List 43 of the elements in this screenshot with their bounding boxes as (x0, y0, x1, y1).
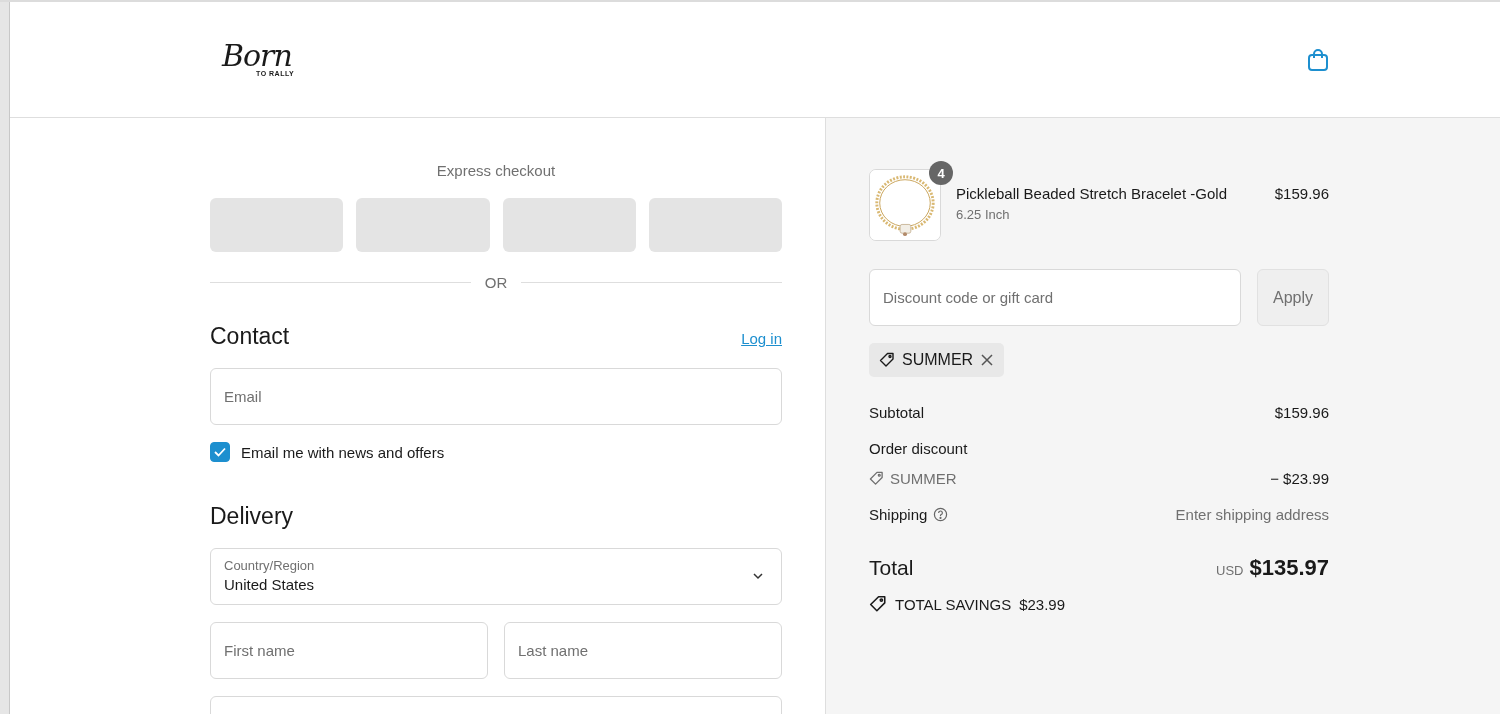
chevron-down-icon (752, 572, 764, 580)
checkbox-label: Email me with news and offers (241, 443, 445, 461)
tag-icon (869, 470, 884, 486)
close-icon[interactable] (980, 353, 995, 367)
total-amount: $135.97 (1249, 555, 1329, 580)
savings-amount: $23.99 (1019, 595, 1066, 613)
help-icon[interactable] (933, 506, 949, 522)
summary-label: Subtotal (869, 403, 925, 421)
check-icon (214, 447, 226, 457)
checkbox[interactable] (210, 442, 230, 462)
savings-label: TOTAL SAVINGS (895, 595, 1012, 613)
section-heading: Contact (210, 323, 290, 350)
summary-value: $159.96 (1274, 403, 1329, 421)
logo-script: Born (222, 42, 292, 70)
discount-code: SUMMER (902, 351, 974, 369)
express-pay-button[interactable] (210, 198, 344, 252)
discount-amount: − $23.99 (1270, 469, 1329, 487)
summary-label: Shipping (869, 505, 928, 523)
divider-label: OR (484, 274, 508, 291)
summary-value: Enter shipping address (1175, 505, 1329, 523)
discount-code: SUMMER (890, 469, 957, 487)
quantity-badge: 4 (929, 161, 953, 185)
product-variant: 6.25 Inch (956, 207, 1011, 222)
login-link[interactable]: Log in (741, 330, 782, 347)
express-pay-button[interactable] (502, 198, 636, 252)
total-label: Total (869, 556, 914, 580)
product-price: $159.96 (1274, 184, 1329, 202)
apply-button[interactable]: Apply (1257, 269, 1329, 326)
shopping-bag-icon[interactable] (1307, 47, 1329, 72)
discount-field[interactable]: Discount code or gift card (869, 269, 1241, 326)
tag-icon (879, 352, 895, 368)
text-field[interactable]: First name (210, 622, 488, 679)
express-pay-button[interactable] (356, 198, 490, 252)
section-heading: Delivery (210, 503, 295, 530)
text-field[interactable]: Last name (504, 622, 782, 679)
product-name: Pickleball Beaded Stretch Bracelet -Gold (956, 185, 1228, 202)
summary-label: Order discount (869, 439, 968, 457)
tag-icon (869, 595, 887, 613)
express-pay-button[interactable] (648, 198, 782, 252)
email-field[interactable]: Email (210, 368, 782, 425)
section-title: Express checkout (435, 162, 557, 179)
currency-code: USD (1216, 563, 1244, 578)
country-select[interactable]: Country/Region United States (210, 548, 782, 605)
